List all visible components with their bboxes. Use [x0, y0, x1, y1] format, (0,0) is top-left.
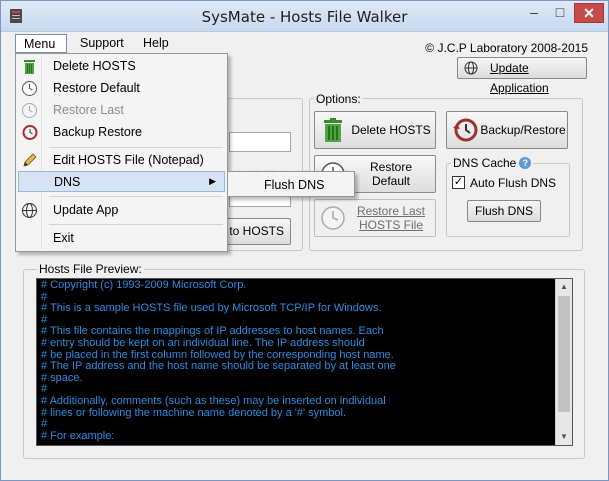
menu-item-label: Restore Default: [53, 81, 140, 95]
menu-item-backup-restore[interactable]: Backup Restore: [18, 122, 225, 143]
vertical-scrollbar[interactable]: ▲ ▼: [555, 279, 572, 445]
menu-item-dns[interactable]: DNS ▶: [18, 171, 225, 192]
left-input-1[interactable]: [229, 132, 291, 152]
history-icon: [22, 125, 38, 140]
menu-item-label: DNS: [54, 175, 81, 189]
scroll-down-arrow-icon[interactable]: ▼: [556, 429, 572, 445]
dns-cache-title-text: DNS Cache: [453, 156, 517, 170]
update-application-label: Update Application: [490, 61, 549, 95]
window-title: SysMate - Hosts File Walker: [201, 8, 408, 26]
menu-item-update-app[interactable]: Update App: [18, 200, 225, 221]
menu-item-edit-hosts[interactable]: Edit HOSTS File (Notepad): [18, 150, 225, 171]
menu-separator: [49, 147, 223, 148]
history-icon: [453, 118, 478, 142]
copyright-text: © J.C.P Laboratory 2008-2015: [425, 41, 588, 55]
restore-default-label: Restore Default: [369, 160, 413, 188]
dns-cache-title: DNS Cache?: [451, 156, 534, 170]
submenu-arrow-icon: ▶: [209, 176, 216, 186]
restore-last-label: Restore Last HOSTS File: [356, 204, 426, 232]
flush-dns-button[interactable]: Flush DNS: [467, 200, 541, 222]
delete-hosts-label: Delete HOSTS: [351, 123, 431, 137]
scroll-up-arrow-icon[interactable]: ▲: [556, 279, 572, 295]
globe-icon: [22, 203, 37, 218]
preview-line: # lines or following the machine name de…: [41, 406, 347, 419]
preview-line: # The IP address and the host name shoul…: [41, 360, 396, 373]
app-window: SysMate - Hosts File Walker – □ ✕ Menu S…: [0, 0, 609, 481]
backup-restore-label: Backup/Restore: [480, 123, 566, 137]
menu-item-label: Delete HOSTS: [53, 59, 136, 73]
submenu-item-flush-dns[interactable]: Flush DNS: [264, 178, 324, 192]
trash-icon: [324, 118, 342, 142]
maximize-button[interactable]: □: [547, 3, 573, 23]
menu-item-restore-last[interactable]: Restore Last: [18, 100, 225, 121]
hosts-preview-title: Hosts File Preview:: [37, 262, 144, 276]
menu-separator: [49, 196, 223, 197]
backup-restore-button[interactable]: Backup/Restore: [446, 111, 568, 149]
menu-item-delete-hosts[interactable]: Delete HOSTS: [18, 56, 225, 77]
preview-line: # entry should be kept on an individual …: [41, 336, 365, 349]
title-bar[interactable]: SysMate - Hosts File Walker – □ ✕: [1, 1, 608, 32]
pencil-icon: [23, 153, 37, 167]
trash-icon: [24, 60, 35, 74]
menu-item-restore-default[interactable]: Restore Default: [18, 78, 225, 99]
auto-flush-checkbox[interactable]: ✓: [452, 176, 465, 189]
hosts-preview-content: # Copyright (c) 1993-2009 Microsoft Corp…: [41, 279, 551, 442]
preview-line: # This is a sample HOSTS file used by Mi…: [41, 302, 382, 315]
minimize-button[interactable]: –: [521, 3, 547, 23]
help-icon[interactable]: ?: [519, 157, 532, 169]
auto-flush-label: Auto Flush DNS: [470, 176, 557, 190]
menu-item-label: Restore Last: [53, 103, 124, 117]
preview-line: # Additionally, comments (such as these)…: [41, 394, 386, 407]
menu-item-label: Exit: [53, 231, 74, 245]
options-title: Options:: [314, 92, 363, 106]
delete-hosts-button[interactable]: Delete HOSTS: [314, 111, 436, 149]
globe-icon: [464, 61, 478, 75]
scroll-thumb[interactable]: [558, 296, 570, 412]
preview-line: # space.: [41, 371, 83, 384]
clock-icon: [321, 206, 345, 230]
clock-icon: [22, 81, 37, 96]
menu-item-exit[interactable]: Exit: [18, 228, 225, 249]
preview-line: # Copyright (c) 1993-2009 Microsoft Corp…: [41, 279, 247, 291]
menu-dropdown: Delete HOSTS Restore Default Restore Las…: [15, 53, 228, 252]
menu-support[interactable]: Support: [72, 34, 132, 53]
hosts-preview-textarea[interactable]: # Copyright (c) 1993-2009 Microsoft Corp…: [36, 278, 573, 446]
menu-menu[interactable]: Menu: [15, 34, 67, 53]
menu-item-label: Backup Restore: [53, 125, 142, 139]
clock-icon: [22, 103, 37, 118]
menu-item-label: Update App: [53, 203, 119, 217]
update-application-button[interactable]: Update Application: [457, 57, 587, 95]
close-button[interactable]: ✕: [574, 3, 604, 23]
dns-submenu: Flush DNS: [227, 171, 355, 197]
restore-last-button[interactable]: Restore Last HOSTS File: [314, 199, 436, 237]
preview-line: #: [41, 418, 48, 431]
preview-line: # For example:: [41, 429, 115, 442]
menu-help[interactable]: Help: [135, 34, 177, 53]
menu-item-label: Edit HOSTS File (Notepad): [53, 153, 204, 167]
menu-separator: [49, 224, 223, 225]
